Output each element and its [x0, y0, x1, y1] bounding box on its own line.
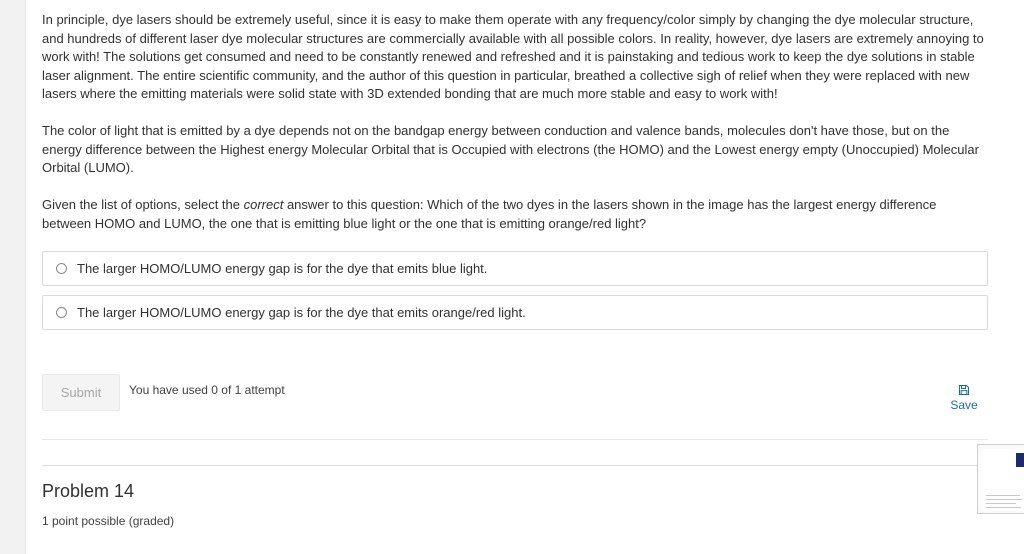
- problem-divider: [42, 465, 988, 466]
- option-label: The larger HOMO/LUMO energy gap is for t…: [77, 261, 488, 276]
- save-button[interactable]: Save: [944, 384, 984, 412]
- thumbnail-text-line: [986, 503, 1016, 504]
- radio-button[interactable]: [56, 263, 67, 274]
- thumbnail-text-line: [986, 495, 1020, 496]
- thumbnail-image-block: [1016, 453, 1024, 467]
- save-label: Save: [950, 398, 978, 412]
- answer-option-orange-red[interactable]: The larger HOMO/LUMO energy gap is for t…: [42, 295, 988, 330]
- thumbnail-text-line: [986, 507, 1021, 508]
- option-label: The larger HOMO/LUMO energy gap is for t…: [77, 305, 526, 320]
- prompt-text-start: Given the list of options, select the: [42, 197, 244, 212]
- prompt-emphasis: correct: [243, 197, 284, 212]
- attempts-status: You have used 0 of 1 attempt: [129, 383, 285, 397]
- answer-option-blue[interactable]: The larger HOMO/LUMO energy gap is for t…: [42, 251, 988, 286]
- problem-title: Problem 14: [42, 481, 135, 501]
- intro-paragraph: In principle, dye lasers should be extre…: [42, 12, 984, 102]
- points-possible: 1 point possible (graded): [42, 514, 175, 528]
- floppy-disk-icon: [958, 384, 970, 396]
- submit-button[interactable]: Submit: [42, 374, 120, 411]
- radio-button[interactable]: [56, 307, 67, 318]
- section-divider: [42, 439, 988, 440]
- problem-panel: In principle, dye lasers should be extre…: [25, 0, 1024, 554]
- thumbnail-preview: [982, 449, 1024, 511]
- thumbnail-text-line: [986, 499, 1022, 500]
- question-prompt: Given the list of options, select the co…: [42, 196, 987, 233]
- explanation-paragraph: The color of light that is emitted by a …: [42, 123, 979, 176]
- image-thumbnail[interactable]: [977, 444, 1024, 514]
